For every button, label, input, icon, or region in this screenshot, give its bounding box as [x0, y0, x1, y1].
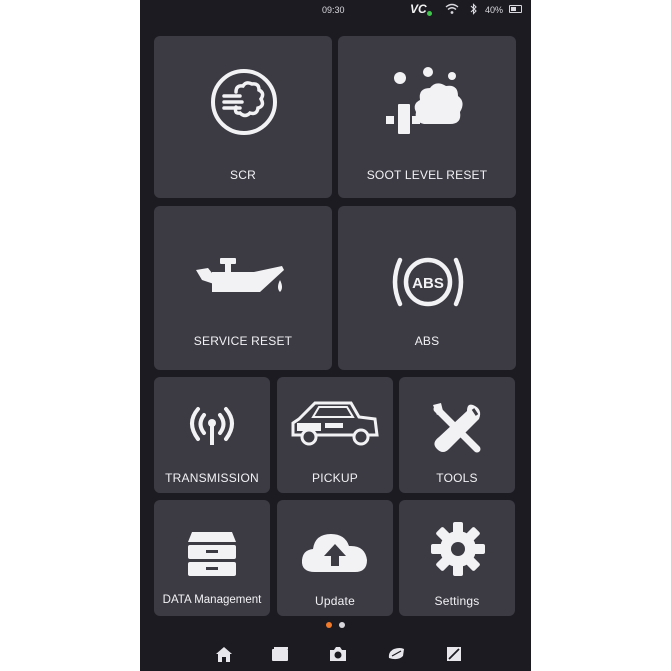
tile-label: TOOLS [436, 471, 478, 485]
tile-update[interactable]: Update [277, 500, 393, 616]
tile-pickup[interactable]: PICKUP [277, 377, 393, 493]
home-icon[interactable] [214, 644, 234, 664]
tile-label: SOOT LEVEL RESET [366, 168, 488, 182]
page-dot[interactable] [339, 622, 345, 628]
tile-label: SCR [230, 168, 256, 182]
tile-service-reset[interactable]: SERVICE RESET [154, 206, 332, 370]
tile-label: TRANSMISSION [165, 471, 259, 485]
abs-icon-text: ABS [412, 275, 444, 292]
camera-icon[interactable] [328, 644, 348, 664]
soot-particle-icon [386, 67, 463, 134]
bluetooth-icon [470, 3, 477, 15]
signal-antenna-icon [190, 407, 234, 445]
page-dot-active[interactable] [326, 622, 332, 628]
battery-icon [509, 5, 522, 13]
scr-exhaust-icon [211, 69, 277, 135]
battery-percent: 40% [485, 5, 504, 15]
wifi-icon [445, 3, 459, 14]
abs-icon: ABS [392, 257, 464, 307]
tile-transmission[interactable]: TRANSMISSION [154, 377, 270, 493]
tile-soot-level-reset[interactable]: SOOT LEVEL RESET [338, 36, 516, 198]
tile-data-management[interactable]: DATA Management [154, 500, 270, 616]
tile-label: DATA Management [162, 594, 262, 606]
tile-label: Update [315, 594, 355, 608]
status-bar: 09:30 VC 40% [140, 0, 531, 22]
vci-indicator: VC [410, 2, 427, 16]
tile-label: SERVICE RESET [193, 334, 293, 348]
tile-settings[interactable]: Settings [399, 500, 515, 616]
file-cabinet-icon [188, 532, 236, 576]
tile-label: PICKUP [312, 471, 358, 485]
tile-label: ABS [414, 334, 440, 348]
tile-label: Settings [434, 594, 480, 608]
app-screen: 09:30 VC 40% SCR SOOT LEVEL RESET SERVIC… [140, 0, 531, 671]
vehicle-icon[interactable] [386, 644, 406, 664]
page-indicator [326, 622, 356, 630]
tile-scr[interactable]: SCR [154, 36, 332, 198]
pickup-truck-icon [291, 401, 379, 446]
oil-can-icon [196, 258, 284, 292]
bottom-nav-bar [140, 638, 531, 671]
tools-icon [433, 403, 481, 453]
gear-icon [431, 522, 485, 576]
vci-connected-dot [427, 11, 432, 16]
screenshot-icon[interactable] [444, 644, 464, 664]
tile-abs[interactable]: ABS ABS [338, 206, 516, 370]
window-icon[interactable] [270, 644, 290, 664]
cloud-upload-icon [301, 534, 367, 572]
tile-tools[interactable]: TOOLS [399, 377, 515, 493]
clock: 09:30 [322, 5, 345, 15]
